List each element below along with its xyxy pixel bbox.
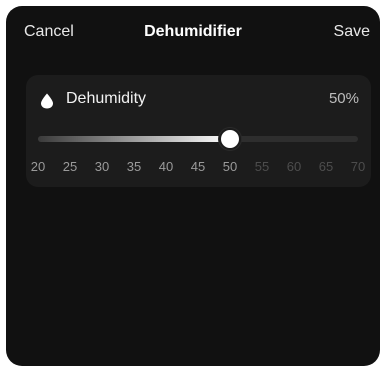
dehumidity-value: 50% xyxy=(328,90,359,107)
dehumidifier-sheet: Cancel Dehumidifier Save Dehumidity 50% … xyxy=(6,6,380,366)
slider-thumb[interactable] xyxy=(219,128,241,150)
tick-label: 70 xyxy=(350,159,366,174)
header-bar: Cancel Dehumidifier Save xyxy=(6,6,380,58)
tick-label: 25 xyxy=(62,159,78,174)
water-drop-icon xyxy=(41,93,53,109)
dehumidity-label: Dehumidity xyxy=(66,90,147,107)
slider-fill xyxy=(38,136,230,142)
tick-label: 20 xyxy=(30,159,46,174)
dehumidity-header: Dehumidity 50% xyxy=(26,89,371,111)
tick-label: 30 xyxy=(94,159,110,174)
save-button[interactable]: Save xyxy=(334,23,370,41)
slider-tick-labels: 20 25 30 35 40 45 50 55 60 65 70 xyxy=(31,159,365,177)
tick-label: 60 xyxy=(286,159,302,174)
tick-label: 40 xyxy=(158,159,174,174)
cancel-button[interactable]: Cancel xyxy=(24,23,74,41)
tick-label: 55 xyxy=(254,159,270,174)
tick-label: 65 xyxy=(318,159,334,174)
dehumidity-slider[interactable] xyxy=(38,127,358,151)
dehumidity-card: Dehumidity 50% 20 25 30 35 40 45 50 55 60 65 70 xyxy=(26,75,371,187)
tick-label: 45 xyxy=(190,159,206,174)
tick-label: 50 xyxy=(222,159,238,174)
tick-label: 35 xyxy=(126,159,142,174)
